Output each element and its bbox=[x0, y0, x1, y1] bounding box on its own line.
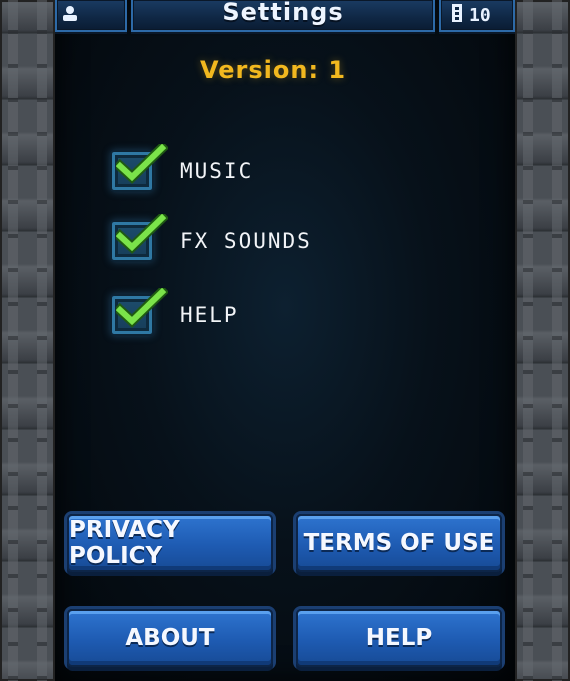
option-music[interactable]: MUSIC bbox=[110, 144, 254, 192]
music-checkbox[interactable] bbox=[110, 144, 168, 192]
score-display: 10 bbox=[439, 0, 515, 32]
fx-sounds-label: FX SOUNDS bbox=[180, 229, 312, 253]
top-bar: Settings 10 bbox=[55, 0, 515, 36]
about-button[interactable]: ABOUT bbox=[67, 609, 273, 667]
tower-icon bbox=[451, 3, 463, 27]
score-value: 10 bbox=[469, 4, 491, 26]
checkmark-icon bbox=[116, 214, 168, 254]
terms-of-use-button[interactable]: TERMS OF USE bbox=[296, 514, 502, 572]
profile-button[interactable] bbox=[55, 0, 127, 32]
left-wall bbox=[0, 0, 55, 681]
help-button[interactable]: HELP bbox=[296, 609, 502, 667]
option-help[interactable]: HELP bbox=[110, 288, 239, 336]
fx-sounds-checkbox[interactable] bbox=[110, 214, 168, 262]
page-title: Settings bbox=[222, 0, 344, 26]
user-icon bbox=[61, 4, 79, 26]
checkmark-icon bbox=[116, 288, 168, 328]
version-label: Version: 1 bbox=[200, 56, 347, 84]
title-bar: Settings bbox=[131, 0, 435, 32]
help-label: HELP bbox=[180, 303, 239, 327]
checkmark-icon bbox=[116, 144, 168, 184]
right-wall bbox=[515, 0, 570, 681]
option-fx-sounds[interactable]: FX SOUNDS bbox=[110, 214, 312, 262]
music-label: MUSIC bbox=[180, 159, 254, 183]
help-checkbox[interactable] bbox=[110, 288, 168, 336]
settings-screen: Settings 10 Version: 1 MUSIC FX SOUNDS H… bbox=[0, 0, 570, 681]
settings-panel bbox=[55, 0, 515, 681]
privacy-policy-button[interactable]: PRIVACY POLICY bbox=[67, 514, 273, 572]
